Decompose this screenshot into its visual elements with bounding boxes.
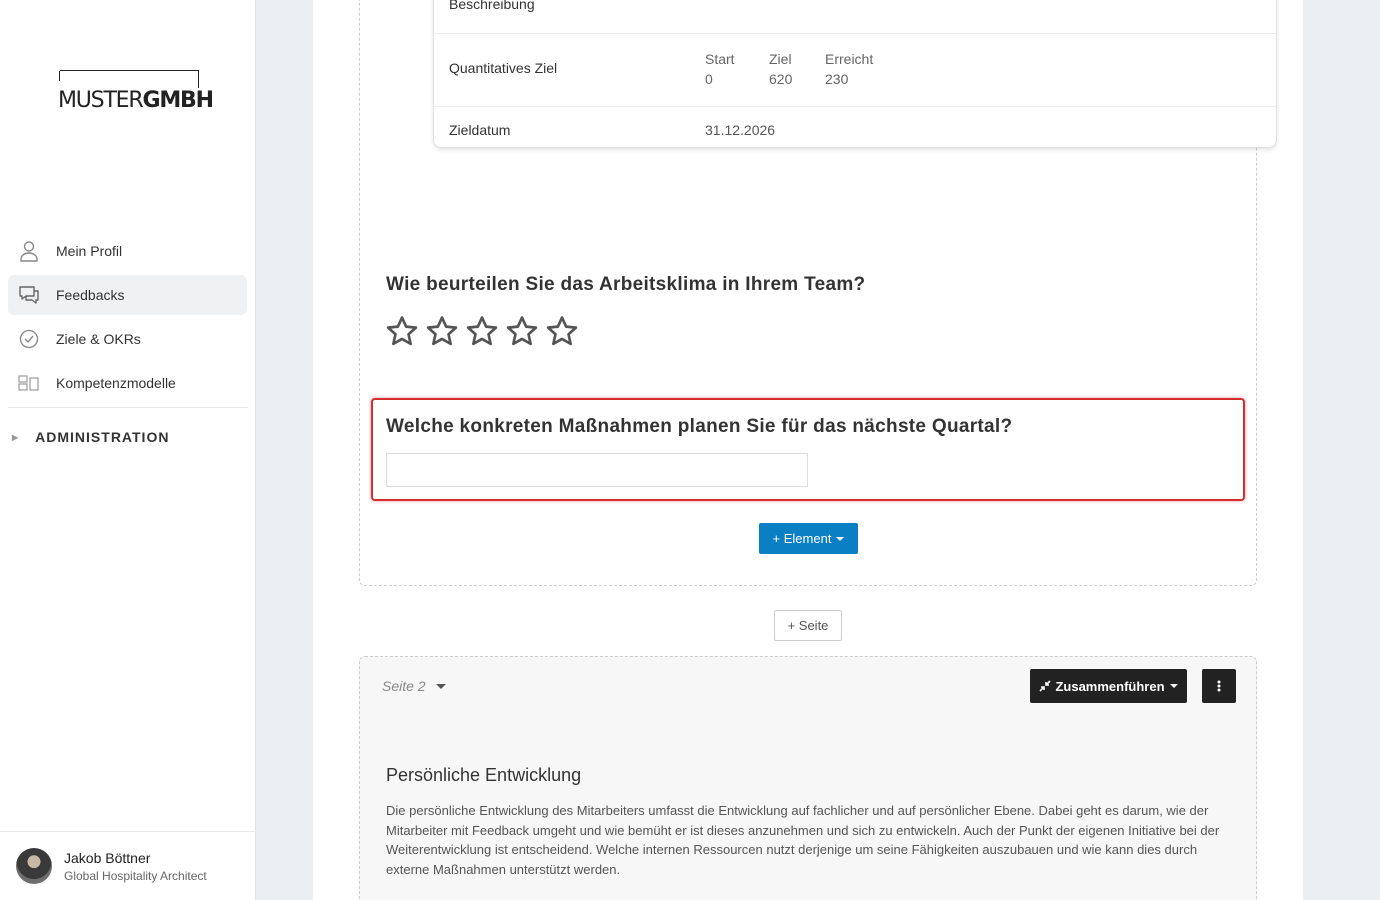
user-icon (18, 240, 40, 262)
star-rating[interactable] (384, 314, 584, 348)
sidebar-item-label: Kompetenzmodelle (56, 375, 176, 391)
nav-divider (8, 407, 248, 408)
company-logo[interactable]: MUSTERGMBH (58, 70, 215, 114)
compress-arrows-icon (1039, 680, 1052, 692)
merge-button[interactable]: Zusammenführen (1030, 669, 1187, 703)
add-element-button[interactable]: + Element (759, 523, 858, 554)
add-page-button[interactable]: + Seite (774, 610, 842, 641)
goal-start: Start 0 (705, 51, 735, 87)
sidebar: MUSTERGMBH Mein Profil Feedbacks Ziele &… (0, 0, 256, 900)
main-content: Beschreibung Quantitatives Ziel Start 0 Z… (313, 0, 1303, 900)
user-profile[interactable]: Jakob Böttner Global Hospitality Archite… (0, 831, 255, 900)
vertical-dots-icon (1217, 680, 1221, 692)
goal-row-date: Zieldatum 31.12.2026 (449, 122, 776, 138)
sidebar-item-label: Ziele & OKRs (56, 331, 141, 347)
star-icon[interactable] (504, 314, 540, 348)
star-icon[interactable] (424, 314, 460, 348)
sidebar-item-label: Feedbacks (56, 287, 125, 303)
sidebar-section-administration[interactable]: ▶ ADMINISTRATION (12, 429, 169, 445)
sidebar-item-ziele-okrs[interactable]: Ziele & OKRs (8, 319, 247, 359)
section-description: Die persönliche Entwicklung des Mitarbei… (386, 803, 1220, 877)
caret-down-icon (435, 683, 446, 689)
more-options-button[interactable] (1202, 669, 1236, 703)
goal-target: Ziel 620 (769, 51, 793, 87)
grid-icon (18, 372, 40, 394)
triangle-right-icon: ▶ (12, 432, 20, 442)
star-icon[interactable] (464, 314, 500, 348)
section-title: Persönliche Entwicklung (386, 765, 582, 785)
sidebar-item-feedbacks[interactable]: Feedbacks (8, 275, 247, 315)
sidebar-nav: Mein Profil Feedbacks Ziele & OKRs Kompe… (8, 231, 247, 407)
chat-icon (18, 284, 40, 306)
user-name: Jakob Böttner (64, 850, 151, 866)
goal-row-description: Beschreibung (434, 0, 1276, 34)
star-icon[interactable] (384, 314, 420, 348)
sidebar-item-kompetenzmodelle[interactable]: Kompetenzmodelle (8, 363, 247, 403)
caret-down-icon (836, 536, 845, 541)
check-circle-icon (18, 328, 40, 350)
user-role: Global Hospitality Architect (64, 869, 207, 883)
sidebar-item-mein-profil[interactable]: Mein Profil (8, 231, 247, 271)
measures-answer-input[interactable] (386, 453, 808, 487)
page-2-container: Seite 2 Zusammenführen Persönliche Entwi… (359, 656, 1257, 900)
sidebar-item-label: Mein Profil (56, 243, 123, 259)
question-measures: Welche konkreten Maßnahmen planen Sie fü… (386, 416, 1013, 437)
goal-row-quantitative: Quantitatives Ziel Start 0 Ziel 620 Erreic… (434, 34, 1276, 107)
page-2-selector[interactable]: Seite 2 (382, 678, 446, 694)
star-icon[interactable] (544, 314, 580, 348)
caret-down-icon (1169, 684, 1178, 688)
goal-card: Beschreibung Quantitatives Ziel Start 0 Z… (433, 0, 1277, 148)
avatar (16, 848, 52, 884)
question-work-climate: Wie beurteilen Sie das Arbeitsklima in I… (386, 274, 866, 295)
goal-achieved: Erreicht 230 (825, 51, 874, 87)
